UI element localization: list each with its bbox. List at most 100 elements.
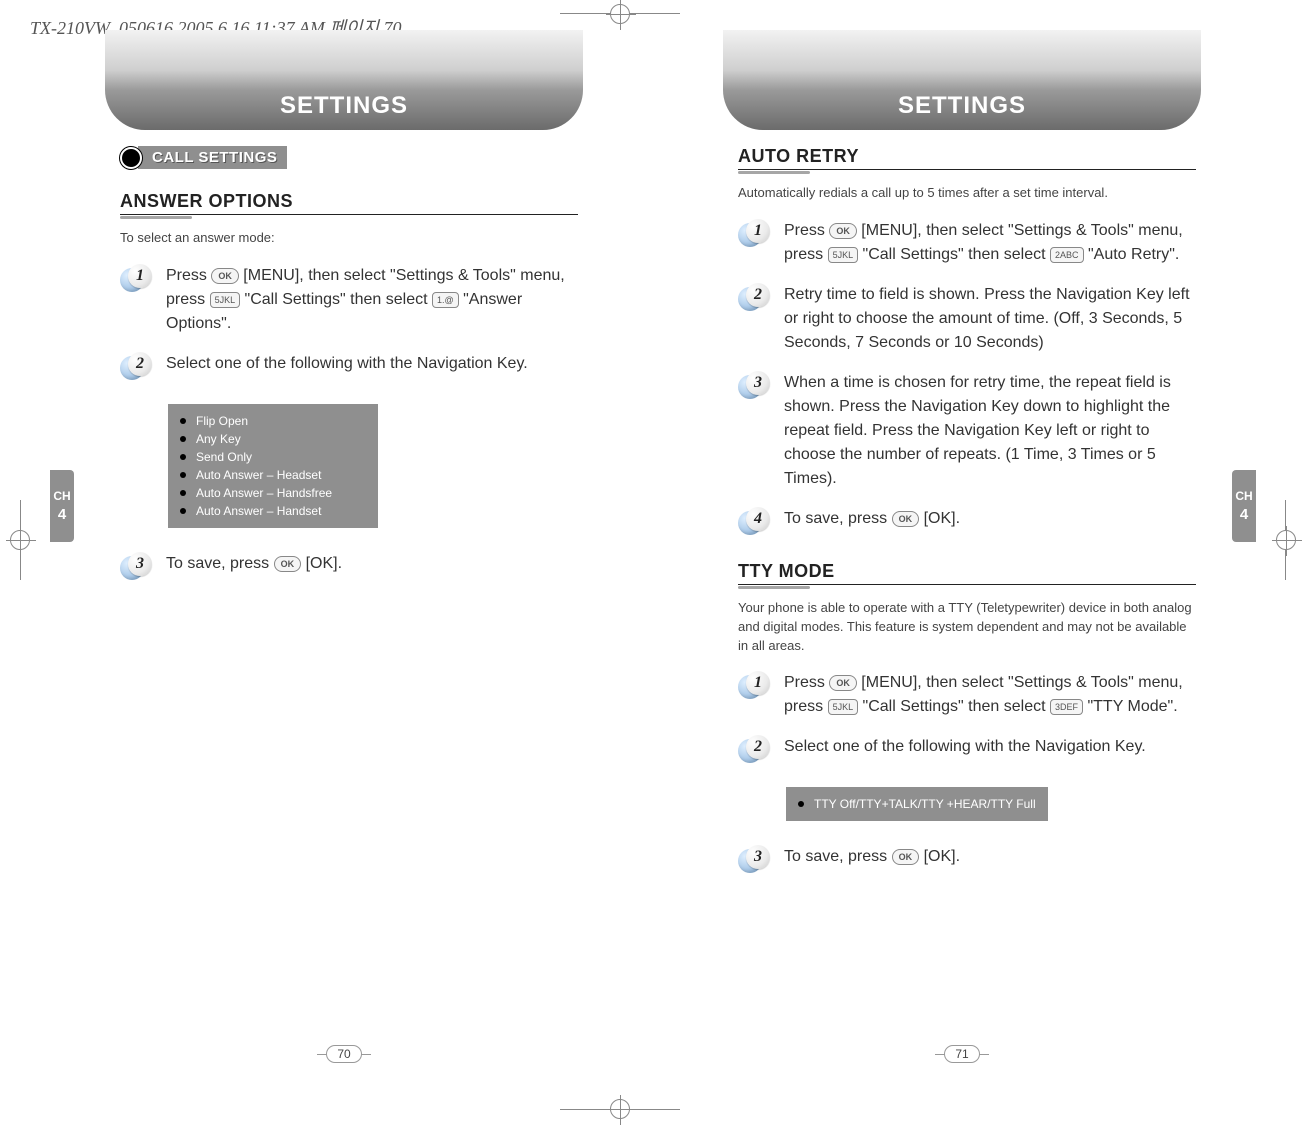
- step-number-icon: 2: [738, 735, 772, 763]
- options-box: Flip Open Any Key Send Only Auto Answer …: [168, 404, 378, 528]
- chapter-tab: CH 4: [50, 470, 74, 542]
- step-1: 1 Press OK [MENU], then select "Settings…: [738, 219, 1196, 267]
- section-title-tty-mode: TTY MODE: [738, 561, 1196, 582]
- page-number-value: 70: [326, 1045, 361, 1063]
- ok-key-icon: OK: [829, 675, 857, 691]
- bullet-icon: [180, 508, 186, 514]
- text: Press: [784, 222, 829, 239]
- keypad-5-icon: 5JKL: [210, 292, 241, 308]
- section-badge: CALL SETTINGS: [120, 146, 287, 169]
- text: To save, press: [166, 555, 274, 572]
- option-item: Flip Open: [180, 412, 366, 430]
- options-box: TTY Off/TTY+TALK/TTY +HEAR/TTY Full: [786, 787, 1048, 821]
- keypad-2-icon: 2ABC: [1050, 247, 1084, 263]
- step-number-icon: 4: [738, 507, 772, 535]
- crop-mark-right: [1266, 500, 1306, 580]
- keypad-5-icon: 5JKL: [828, 699, 859, 715]
- option-label: Any Key: [196, 432, 241, 446]
- option-label: Send Only: [196, 450, 252, 464]
- badge-label: CALL SETTINGS: [138, 146, 287, 169]
- step-text: Press OK [MENU], then select "Settings &…: [784, 671, 1196, 719]
- step-number-icon: 3: [120, 552, 154, 580]
- text: [OK].: [924, 510, 960, 527]
- step-2: 2 Retry time to field is shown. Press th…: [738, 283, 1196, 355]
- bullet-icon: [180, 490, 186, 496]
- option-item: TTY Off/TTY+TALK/TTY +HEAR/TTY Full: [798, 795, 1036, 813]
- text: [OK].: [306, 555, 342, 572]
- ok-key-icon: OK: [892, 511, 920, 527]
- step-text: When a time is chosen for retry time, th…: [784, 371, 1196, 491]
- page-number-value: 71: [944, 1045, 979, 1063]
- ok-key-icon: OK: [274, 556, 302, 572]
- option-label: Flip Open: [196, 414, 248, 428]
- step-2: 2 Select one of the following with the N…: [120, 352, 578, 380]
- page-number: 70: [50, 1045, 638, 1063]
- text: "Call Settings" then select: [245, 291, 432, 308]
- option-label: Auto Answer – Handset: [196, 504, 321, 518]
- option-label: TTY Off/TTY+TALK/TTY +HEAR/TTY Full: [814, 797, 1036, 811]
- ok-key-icon: OK: [892, 849, 920, 865]
- text: "Auto Retry".: [1088, 246, 1179, 263]
- step-1: 1 Press OK [MENU], then select "Settings…: [120, 264, 578, 336]
- text: To save, press: [784, 510, 892, 527]
- option-label: Auto Answer – Headset: [196, 468, 321, 482]
- ok-key-icon: OK: [829, 223, 857, 239]
- step-number-icon: 3: [738, 371, 772, 399]
- option-label: Auto Answer – Handsfree: [196, 486, 332, 500]
- banner-title: SETTINGS: [280, 92, 408, 120]
- section-rule: [120, 214, 578, 219]
- step-4: 4 To save, press OK [OK].: [738, 507, 1196, 535]
- step-text: Select one of the following with the Nav…: [784, 735, 1196, 759]
- page-left: SETTINGS CH 4 CALL SETTINGS ANSWER OPTIO…: [50, 30, 638, 1069]
- crop-mark-left: [0, 500, 40, 580]
- page-right: SETTINGS CH 4 AUTO RETRY Automatically r…: [668, 30, 1256, 1069]
- badge-icon: [120, 147, 142, 169]
- step-number-icon: 3: [738, 845, 772, 873]
- text: Press: [166, 267, 211, 284]
- step-text: To save, press OK [OK].: [784, 845, 1196, 869]
- option-item: Auto Answer – Headset: [180, 466, 366, 484]
- step-number-icon: 1: [738, 671, 772, 699]
- section-title-auto-retry: AUTO RETRY: [738, 146, 1196, 167]
- step-text: To save, press OK [OK].: [166, 552, 578, 576]
- step-number-icon: 2: [738, 283, 772, 311]
- bullet-icon: [798, 801, 804, 807]
- step-text: Retry time to field is shown. Press the …: [784, 283, 1196, 355]
- text: "Call Settings" then select: [863, 698, 1050, 715]
- option-item: Auto Answer – Handsfree: [180, 484, 366, 502]
- banner-title: SETTINGS: [898, 92, 1026, 120]
- text: To save, press: [784, 848, 892, 865]
- step-3: 3 To save, press OK [OK].: [738, 845, 1196, 873]
- keypad-3-icon: 3DEF: [1050, 699, 1083, 715]
- page-number: 71: [668, 1045, 1256, 1063]
- bullet-icon: [180, 418, 186, 424]
- section-intro: Automatically redials a call up to 5 tim…: [738, 184, 1196, 203]
- chapter-tab-label: CH: [1235, 490, 1252, 502]
- section-title-answer-options: ANSWER OPTIONS: [120, 191, 578, 212]
- keypad-5-icon: 5JKL: [828, 247, 859, 263]
- chapter-tab-number: 4: [1240, 506, 1248, 523]
- keypad-1-icon: 1.@: [432, 292, 459, 308]
- step-number-icon: 1: [120, 264, 154, 292]
- bullet-icon: [180, 454, 186, 460]
- step-2: 2 Select one of the following with the N…: [738, 735, 1196, 763]
- step-number-icon: 2: [120, 352, 154, 380]
- step-3: 3 When a time is chosen for retry time, …: [738, 371, 1196, 491]
- text: [OK].: [924, 848, 960, 865]
- step-number-icon: 1: [738, 219, 772, 247]
- step-text: To save, press OK [OK].: [784, 507, 1196, 531]
- crop-mark-bottom: [560, 1089, 680, 1129]
- section-intro: Your phone is able to operate with a TTY…: [738, 599, 1196, 656]
- option-item: Send Only: [180, 448, 366, 466]
- text: "Call Settings" then select: [863, 246, 1050, 263]
- text: Press: [784, 674, 829, 691]
- ok-key-icon: OK: [211, 268, 239, 284]
- crop-mark-top: [560, 0, 680, 28]
- step-3: 3 To save, press OK [OK].: [120, 552, 578, 580]
- section-rule: [738, 584, 1196, 589]
- page-banner: SETTINGS: [105, 30, 583, 130]
- chapter-tab: CH 4: [1232, 470, 1256, 542]
- step-1: 1 Press OK [MENU], then select "Settings…: [738, 671, 1196, 719]
- text: "TTY Mode".: [1087, 698, 1177, 715]
- section-rule: [738, 169, 1196, 174]
